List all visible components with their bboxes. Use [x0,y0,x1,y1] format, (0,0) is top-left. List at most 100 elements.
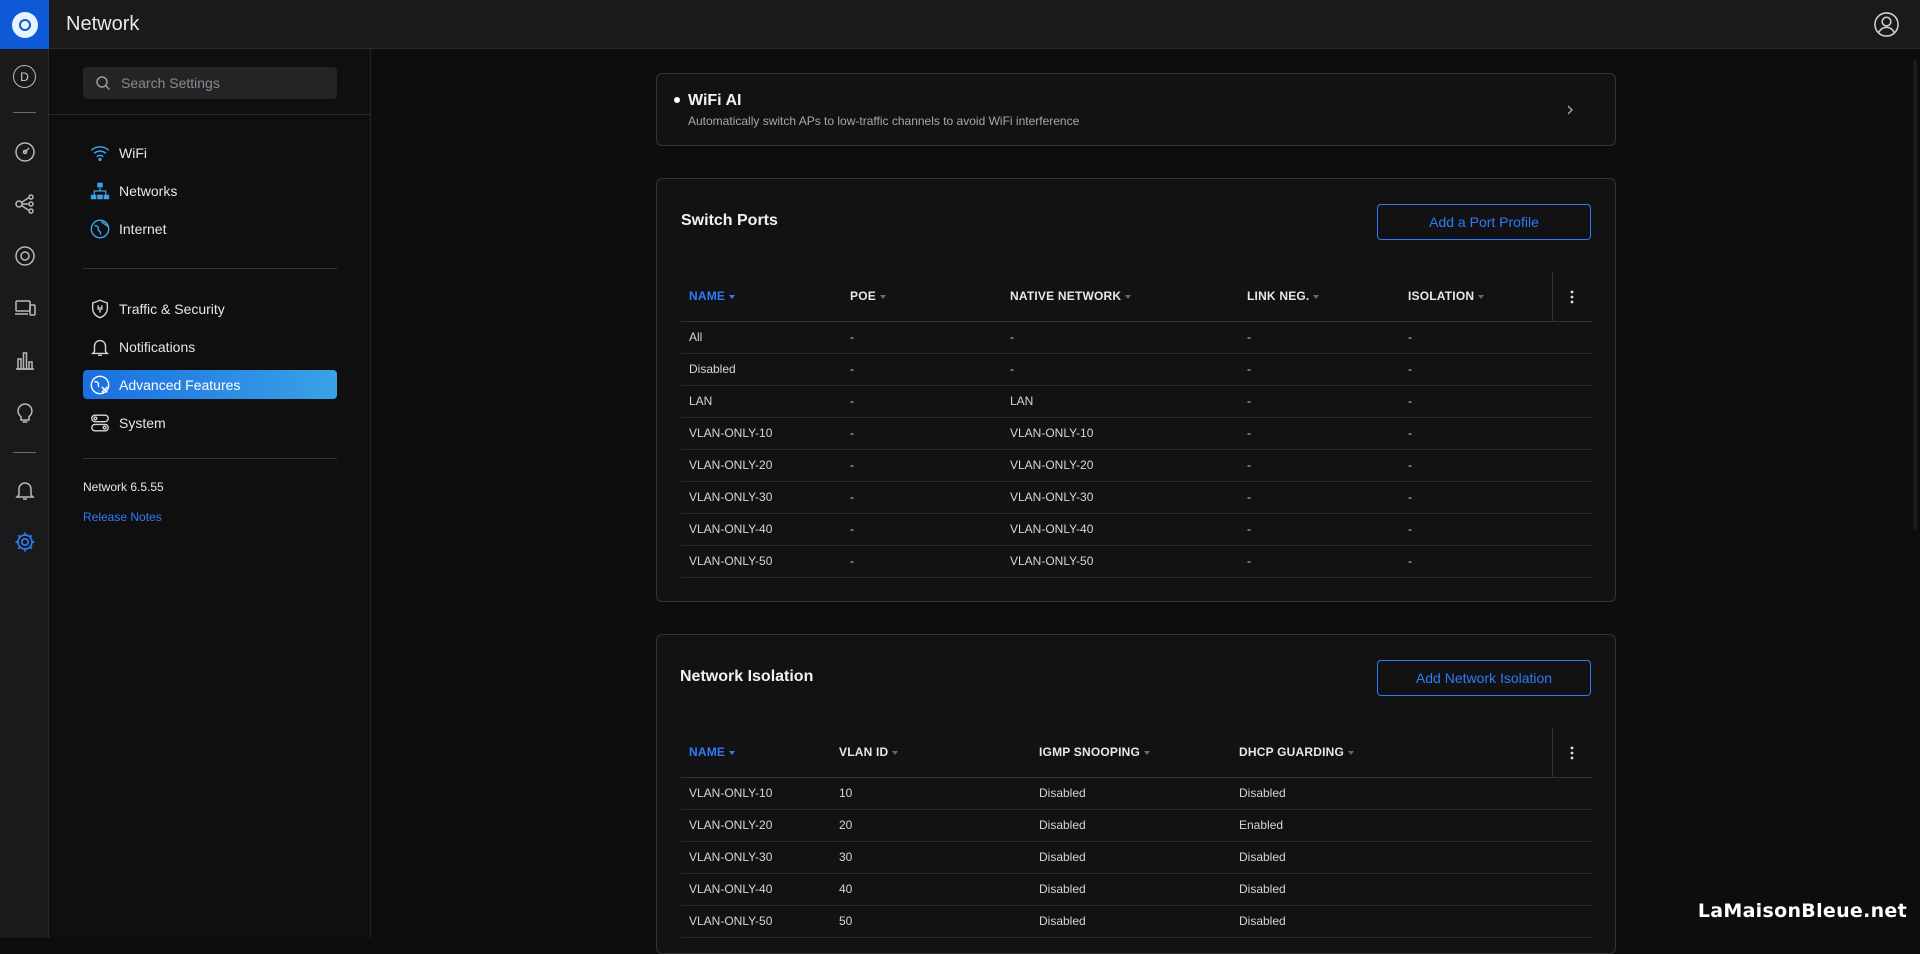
table-cell: Disabled [1231,777,1552,810]
wifi-ai-card[interactable]: WiFi AI Automatically switch APs to low-… [656,73,1616,146]
table-row[interactable]: All - - - - [681,321,1592,354]
table-row[interactable]: LAN - LAN - - [681,385,1592,418]
table-row[interactable]: VLAN-ONLY-10- VLAN-ONLY-10- - [681,417,1592,450]
table-cell: 20 [831,809,1031,842]
clients-icon[interactable] [12,295,37,320]
app-title: Network [66,13,140,35]
devices-icon[interactable] [12,243,37,268]
user-account-icon[interactable] [1873,11,1900,38]
table-cell: VLAN-ONLY-30 [681,841,831,874]
table-cell: VLAN-ONLY-50 [681,905,831,938]
column-options-button[interactable] [1551,728,1592,778]
table-row[interactable]: VLAN-ONLY-30 30 Disabled Disabled [681,841,1592,874]
console-avatar[interactable]: D [12,64,37,89]
network-isolation-card: Network Isolation Add Network Isolation … [656,634,1616,954]
table-cell: LAN [681,385,842,418]
table-cell: All [681,321,842,354]
kebab-menu-icon [1570,290,1574,304]
sidebar-item-traffic-security[interactable]: Traffic & Security [83,294,337,323]
table-cell: - [1400,385,1552,418]
sort-caret-icon [1144,751,1151,756]
table-cell: - [842,321,1002,354]
column-header-poe[interactable]: POE [842,272,1002,322]
wifi-ai-description: Automatically switch APs to low-traffic … [688,114,1080,128]
column-header-igmp-snooping[interactable]: IGMP SNOOPING [1031,728,1231,778]
sidebar-item-networks[interactable]: Networks [83,176,337,205]
sidebar-item-advanced-features[interactable]: Advanced Features [83,370,337,399]
table-row[interactable]: VLAN-ONLY-10 10 Disabled Disabled [681,777,1592,810]
column-header-native-network[interactable]: NATIVE NETWORK [1002,272,1239,322]
column-header-dhcp-guarding[interactable]: DHCP GUARDING [1231,728,1552,778]
table-cell-spacer [1552,873,1592,906]
add-port-profile-button[interactable]: Add a Port Profile [1377,204,1591,240]
table-cell: - [1400,481,1552,514]
sort-caret-icon [1313,295,1320,300]
add-network-isolation-button[interactable]: Add Network Isolation [1377,660,1591,696]
table-cell: - [842,545,1002,578]
sidebar-item-label: Networks [119,182,178,199]
sidebar-item-system[interactable]: System [83,408,337,437]
status-dot-icon [674,97,680,103]
table-cell: - [1239,481,1400,514]
table-cell: - [1239,321,1400,354]
table-cell-spacer [1552,841,1592,874]
sort-caret-icon [729,751,736,756]
wifi-icon [90,145,110,161]
table-cell: Disabled [681,353,842,386]
table-cell: VLAN-ONLY-40 [1002,513,1239,546]
network-isolation-table: NAME VLAN ID IGMP SNOOPING DHCP GUARDING… [681,728,1592,938]
sidebar-item-label: Internet [119,220,167,237]
release-notes-link[interactable]: Release Notes [83,510,162,524]
table-cell-spacer [1552,385,1592,418]
ubiquiti-logo-icon[interactable] [0,0,49,49]
table-cell: VLAN-ONLY-30 [681,481,842,514]
table-cell: VLAN-ONLY-20 [1002,449,1239,482]
sidebar-item-wifi[interactable]: WiFi [83,138,337,167]
column-header-isolation[interactable]: ISOLATION [1400,272,1552,322]
system-icon [91,414,109,431]
table-cell: LAN [1002,385,1239,418]
table-cell: VLAN-ONLY-10 [681,417,842,450]
top-bar: Network [49,0,1920,49]
table-cell: VLAN-ONLY-40 [681,873,831,906]
statistics-icon[interactable] [12,347,37,372]
insights-icon[interactable] [12,400,37,425]
table-row[interactable]: Disabled - - - - [681,353,1592,386]
kebab-menu-icon [1570,746,1574,760]
dashboard-icon[interactable] [12,139,37,164]
globe-icon [90,219,110,238]
table-row[interactable]: VLAN-ONLY-50 50 Disabled Disabled [681,905,1592,938]
sort-caret-icon [1125,295,1132,300]
table-cell: VLAN-ONLY-20 [681,449,842,482]
search-input[interactable] [121,67,331,99]
column-options-button[interactable] [1551,272,1592,322]
table-row[interactable]: VLAN-ONLY-20 20 Disabled Enabled [681,809,1592,842]
table-row[interactable]: VLAN-ONLY-40 40 Disabled Disabled [681,873,1592,906]
column-header-name[interactable]: NAME [681,728,831,778]
rail-divider [13,452,36,453]
settings-icon[interactable] [12,529,37,554]
table-row[interactable]: VLAN-ONLY-40- VLAN-ONLY-40- - [681,513,1592,546]
page-scrollbar[interactable] [1913,60,1917,530]
table-row[interactable]: VLAN-ONLY-50- VLAN-ONLY-50- - [681,545,1592,578]
sidebar-item-label: System [119,414,166,431]
sort-caret-icon [892,751,899,756]
column-header-vlan-id[interactable]: VLAN ID [831,728,1031,778]
table-cell: Disabled [1231,841,1552,874]
table-row[interactable]: VLAN-ONLY-30- VLAN-ONLY-30- - [681,481,1592,514]
table-cell-spacer [1552,513,1592,546]
sidebar-item-notifications[interactable]: Notifications [83,332,337,361]
column-header-link-neg[interactable]: LINK NEG. [1239,272,1400,322]
sidebar-item-internet[interactable]: Internet [83,214,337,243]
table-cell: VLAN-ONLY-10 [681,777,831,810]
alerts-icon[interactable] [12,477,37,502]
table-cell: - [1400,449,1552,482]
sidebar-item-label: Advanced Features [119,376,241,393]
topology-icon[interactable] [12,191,37,216]
table-header-row: NAME VLAN ID IGMP SNOOPING DHCP GUARDING [681,728,1592,778]
table-cell: - [1400,353,1552,386]
rail-divider [13,112,36,113]
column-header-name[interactable]: NAME [681,272,842,322]
sort-caret-icon [1478,295,1485,300]
table-row[interactable]: VLAN-ONLY-20- VLAN-ONLY-20- - [681,449,1592,482]
